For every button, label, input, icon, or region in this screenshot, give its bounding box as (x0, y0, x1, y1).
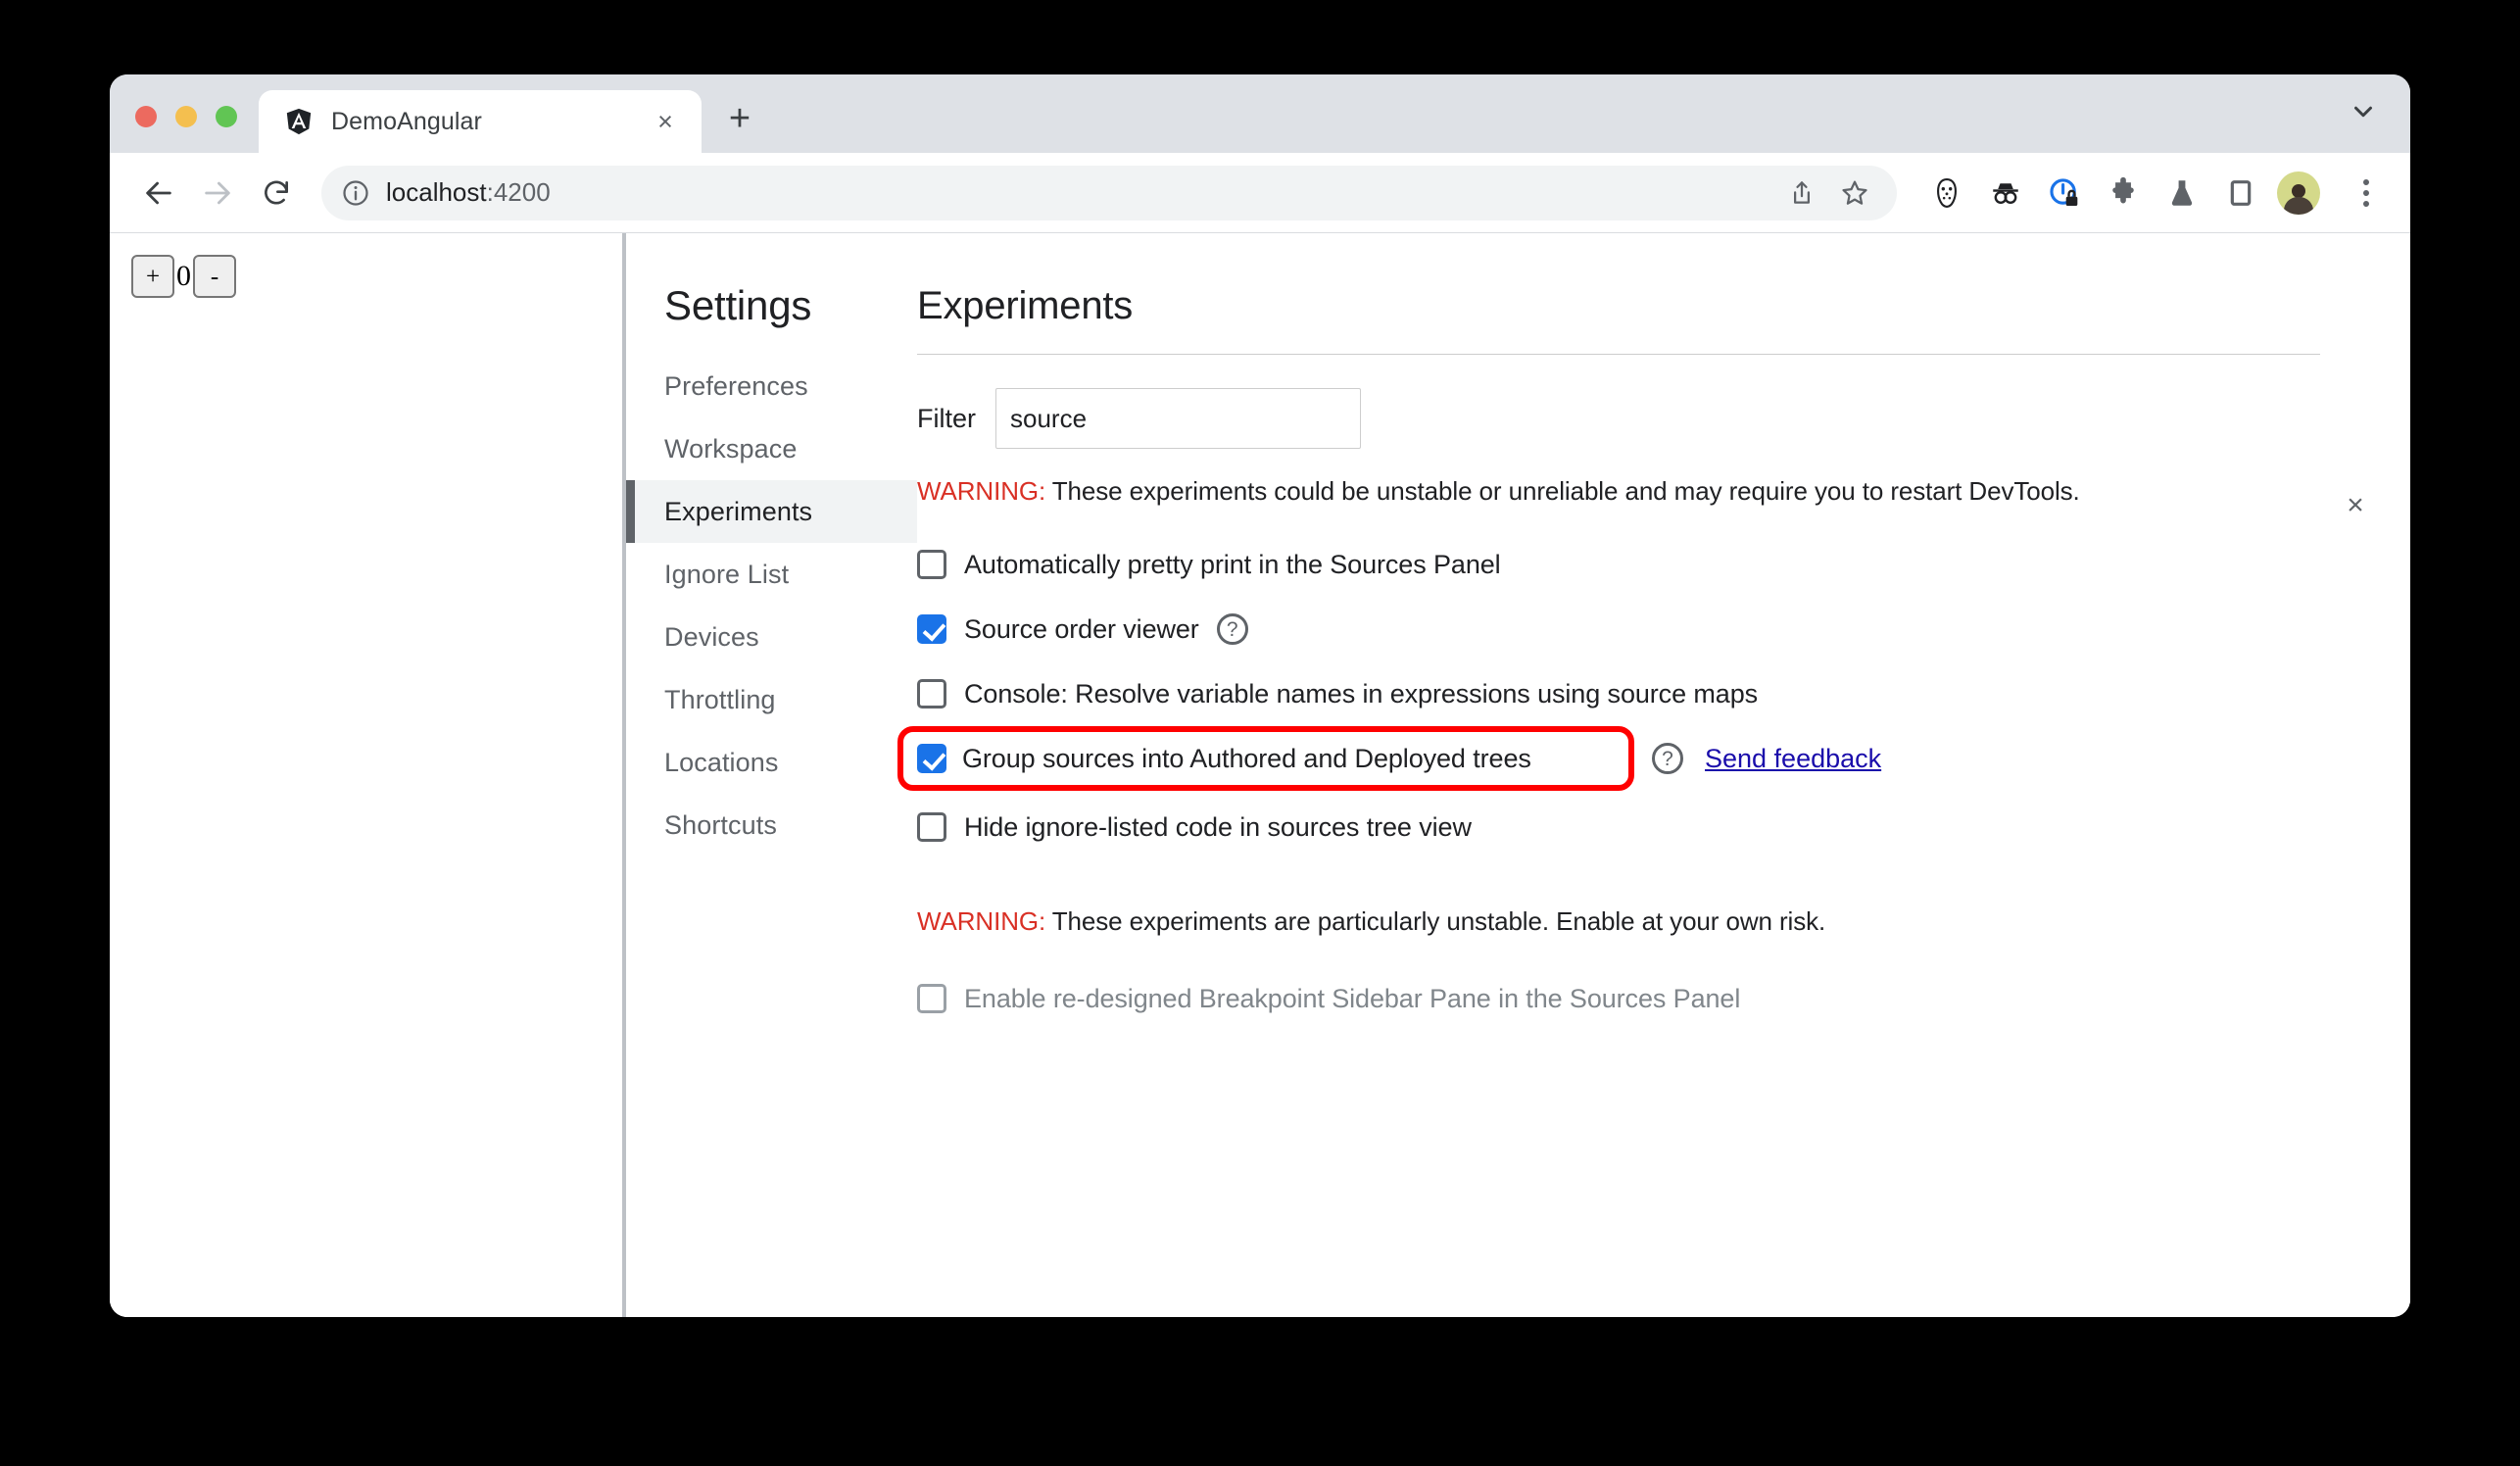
sidebar-item-label: Locations (664, 747, 779, 777)
back-button[interactable] (131, 166, 186, 220)
sidebar-item-experiments[interactable]: Experiments (626, 480, 917, 543)
page-title: Experiments (917, 284, 1134, 327)
filter-row: Filter (917, 388, 2410, 449)
sidebar-item-label: Ignore List (664, 559, 790, 589)
experiment-checkbox[interactable] (917, 812, 946, 842)
tab-search-button[interactable] (2342, 90, 2385, 133)
warning-keyword: WARNING: (917, 906, 1046, 936)
minimize-window-button[interactable] (175, 106, 197, 127)
sidebar-item-shortcuts[interactable]: Shortcuts (626, 794, 917, 856)
warning-text: These experiments are particularly unsta… (1045, 906, 1826, 936)
send-feedback-link[interactable]: Send feedback (1705, 744, 1881, 774)
sidebar-item-label: Experiments (664, 496, 813, 526)
warning-message-1: WARNING: These experiments could be unst… (917, 476, 2410, 507)
close-window-button[interactable] (135, 106, 157, 127)
experiment-label: Console: Resolve variable names in expre… (964, 678, 1759, 709)
back-arrow-icon (146, 181, 171, 204)
hockey-mask-icon[interactable] (1924, 171, 1969, 216)
sidebar-item-label: Shortcuts (664, 809, 777, 840)
warning-keyword: WARNING: (917, 476, 1046, 506)
tab-title: DemoAngular (331, 107, 482, 135)
puzzle-piece-icon[interactable] (2101, 171, 2146, 216)
flask-icon[interactable] (2159, 171, 2205, 216)
filter-input[interactable] (995, 388, 1361, 449)
sidebar-item-label: Throttling (664, 684, 776, 714)
chevron-down-icon (2354, 106, 2372, 118)
browser-window: DemoAngular × + localhost:4200 + 0 - × S… (110, 74, 2410, 1317)
extension-icons (1914, 171, 2389, 216)
sidebar-item-preferences[interactable]: Preferences (626, 355, 917, 417)
experiments-panel: Experiments Filter WARNING: These experi… (897, 233, 2410, 1317)
content-area: + 0 - × Settings Preferences Workspace E… (110, 233, 2410, 1317)
sidebar-item-label: Devices (664, 621, 759, 652)
increment-button[interactable]: + (131, 255, 174, 298)
omnibox-actions (1779, 171, 1877, 216)
profile-avatar[interactable] (2277, 171, 2320, 215)
sidebar-item-workspace[interactable]: Workspace (626, 417, 917, 480)
help-icon[interactable]: ? (1216, 613, 1248, 645)
experiment-row-group: Group sources into Authored and Deployed… (897, 726, 2410, 791)
experiment-label: Source order viewer (964, 613, 1199, 644)
counter-value: 0 (176, 260, 191, 292)
reload-button[interactable] (249, 166, 304, 220)
web-page-pane: + 0 - (110, 233, 626, 1317)
experiment-label: Automatically pretty print in the Source… (964, 549, 1501, 579)
experiment-checkbox (917, 984, 946, 1013)
experiment-label: Group sources into Authored and Deployed… (962, 743, 1531, 773)
filter-label: Filter (917, 403, 976, 433)
decrement-button[interactable]: - (193, 255, 236, 298)
experiment-label: Hide ignore-listed code in sources tree … (964, 811, 1472, 842)
info-circle-icon[interactable] (341, 178, 370, 208)
sidebar-item-ignore-list[interactable]: Ignore List (626, 543, 917, 606)
experiment-row[interactable]: Hide ignore-listed code in sources tree … (917, 795, 2410, 859)
new-tab-button[interactable]: + (715, 94, 764, 143)
experiment-label: Enable re-designed Breakpoint Sidebar Pa… (964, 983, 1741, 1013)
sidebar-item-label: Preferences (664, 370, 808, 401)
warning-message-2: WARNING: These experiments are particula… (917, 906, 2410, 937)
settings-title: Settings (664, 282, 812, 328)
browser-tab[interactable]: DemoAngular × (259, 90, 702, 153)
devtools-settings-pane: × Settings Preferences Workspace Experim… (626, 233, 2410, 1317)
incognito-goggles-icon[interactable] (1983, 171, 2028, 216)
experiment-row[interactable]: Source order viewer ? (917, 597, 2410, 661)
side-panel-icon[interactable] (2218, 171, 2263, 216)
forward-arrow-icon (205, 181, 230, 204)
experiment-checkbox[interactable] (917, 550, 946, 579)
forward-button (190, 166, 245, 220)
counter-widget: + 0 - (131, 255, 622, 298)
share-icon[interactable] (1779, 171, 1824, 216)
experiment-checkbox[interactable] (917, 744, 946, 773)
sidebar-item-throttling[interactable]: Throttling (626, 668, 917, 731)
title-divider (917, 354, 2320, 355)
experiment-row[interactable]: Console: Resolve variable names in expre… (917, 661, 2410, 726)
star-icon[interactable] (1832, 171, 1877, 216)
warning-text: These experiments could be unstable or u… (1045, 476, 2080, 506)
three-dot-menu-icon[interactable] (2344, 171, 2389, 216)
settings-navigation: Settings Preferences Workspace Experimen… (626, 233, 917, 1317)
tab-close-button[interactable]: × (645, 101, 686, 142)
browser-toolbar: localhost:4200 (110, 153, 2410, 233)
reload-icon (265, 180, 288, 205)
avatar-body (2284, 196, 2313, 215)
tab-strip: DemoAngular × + (110, 74, 2410, 153)
address-bar-url: localhost:4200 (386, 177, 551, 207)
experiment-checkbox[interactable] (917, 679, 946, 709)
window-traffic-lights (110, 106, 237, 153)
privacy-lock-icon[interactable] (2042, 171, 2087, 216)
experiment-checkbox[interactable] (917, 614, 946, 644)
address-bar[interactable]: localhost:4200 (321, 165, 1897, 220)
maximize-window-button[interactable] (216, 106, 237, 127)
help-icon[interactable]: ? (1652, 743, 1683, 774)
settings-close-button[interactable]: × (2336, 486, 2375, 525)
sidebar-item-locations[interactable]: Locations (626, 731, 917, 794)
angular-logo-icon (284, 107, 314, 136)
experiment-row[interactable]: Automatically pretty print in the Source… (917, 532, 2410, 597)
sidebar-item-label: Workspace (664, 433, 798, 464)
sidebar-item-devices[interactable]: Devices (626, 606, 917, 668)
experiment-row-highlighted[interactable]: Group sources into Authored and Deployed… (897, 726, 1634, 791)
experiment-row-disabled: Enable re-designed Breakpoint Sidebar Pa… (917, 966, 2410, 1031)
